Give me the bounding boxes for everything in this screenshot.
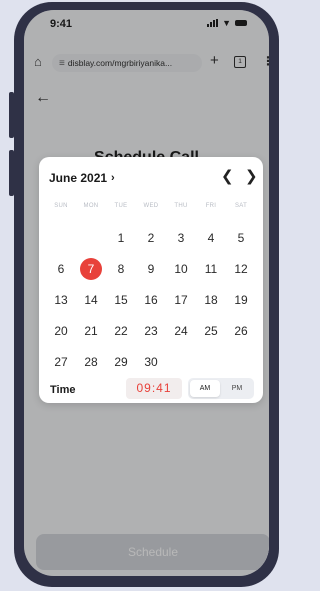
calendar-day[interactable]: 9: [140, 258, 162, 280]
weekday-tue: TUE: [114, 203, 128, 209]
am-button[interactable]: AM: [190, 380, 220, 397]
calendar-day[interactable]: 12: [230, 258, 252, 280]
calendar-day[interactable]: 3: [170, 227, 192, 249]
calendar-day[interactable]: 22: [110, 320, 132, 342]
calendar-day[interactable]: 18: [200, 289, 222, 311]
calendar-day[interactable]: 25: [200, 320, 222, 342]
next-month-icon[interactable]: ❯: [245, 167, 258, 185]
calendar-day[interactable]: 20: [50, 320, 72, 342]
calendar-day[interactable]: 14: [80, 289, 102, 311]
calendar-day[interactable]: 19: [230, 289, 252, 311]
weekday-sun: SUN: [54, 203, 68, 209]
am-pm-toggle: AM PM: [188, 378, 254, 399]
time-input[interactable]: 09:41: [126, 378, 182, 399]
calendar-day[interactable]: 23: [140, 320, 162, 342]
weekday-wed: WED: [143, 203, 159, 209]
weekday-sat: SAT: [234, 203, 248, 209]
calendar-day[interactable]: 5: [230, 227, 252, 249]
previous-month-icon[interactable]: ❮: [221, 167, 234, 185]
phone-screen: 9:41 ▼ ⌂ ≡ disblay.com/mgrbiriyanika... …: [24, 10, 269, 576]
calendar-day[interactable]: 17: [170, 289, 192, 311]
calendar-day[interactable]: 28: [80, 351, 102, 373]
calendar-day[interactable]: 26: [230, 320, 252, 342]
calendar-day[interactable]: 4: [200, 227, 222, 249]
calendar-day[interactable]: 15: [110, 289, 132, 311]
calendar-day[interactable]: 11: [200, 258, 222, 280]
date-time-picker: June 2021 › ❮ ❯ SUN MON TUE WED THU FRI SAT 12…: [39, 157, 263, 403]
calendar-day[interactable]: 13: [50, 289, 72, 311]
calendar-day[interactable]: 24: [170, 320, 192, 342]
calendar-day[interactable]: 7: [80, 258, 102, 280]
calendar-day[interactable]: 21: [80, 320, 102, 342]
weekday-fri: FRI: [205, 203, 217, 209]
calendar-day[interactable]: 16: [140, 289, 162, 311]
weekday-mon: MON: [83, 203, 99, 209]
calendar-day[interactable]: 10: [170, 258, 192, 280]
calendar-day[interactable]: 8: [110, 258, 132, 280]
time-label: Time: [50, 384, 76, 396]
calendar-day[interactable]: 27: [50, 351, 72, 373]
calendar-day[interactable]: 30: [140, 351, 162, 373]
month-label[interactable]: June 2021: [49, 171, 107, 185]
weekday-thu: THU: [174, 203, 188, 209]
calendar-day[interactable]: 1: [110, 227, 132, 249]
calendar-day[interactable]: 29: [110, 351, 132, 373]
calendar-day[interactable]: 6: [50, 258, 72, 280]
chevron-right-icon[interactable]: ›: [111, 172, 115, 184]
calendar-day[interactable]: 2: [140, 227, 162, 249]
month-selector[interactable]: June 2021 ›: [49, 171, 115, 185]
pm-button[interactable]: PM: [222, 380, 252, 397]
